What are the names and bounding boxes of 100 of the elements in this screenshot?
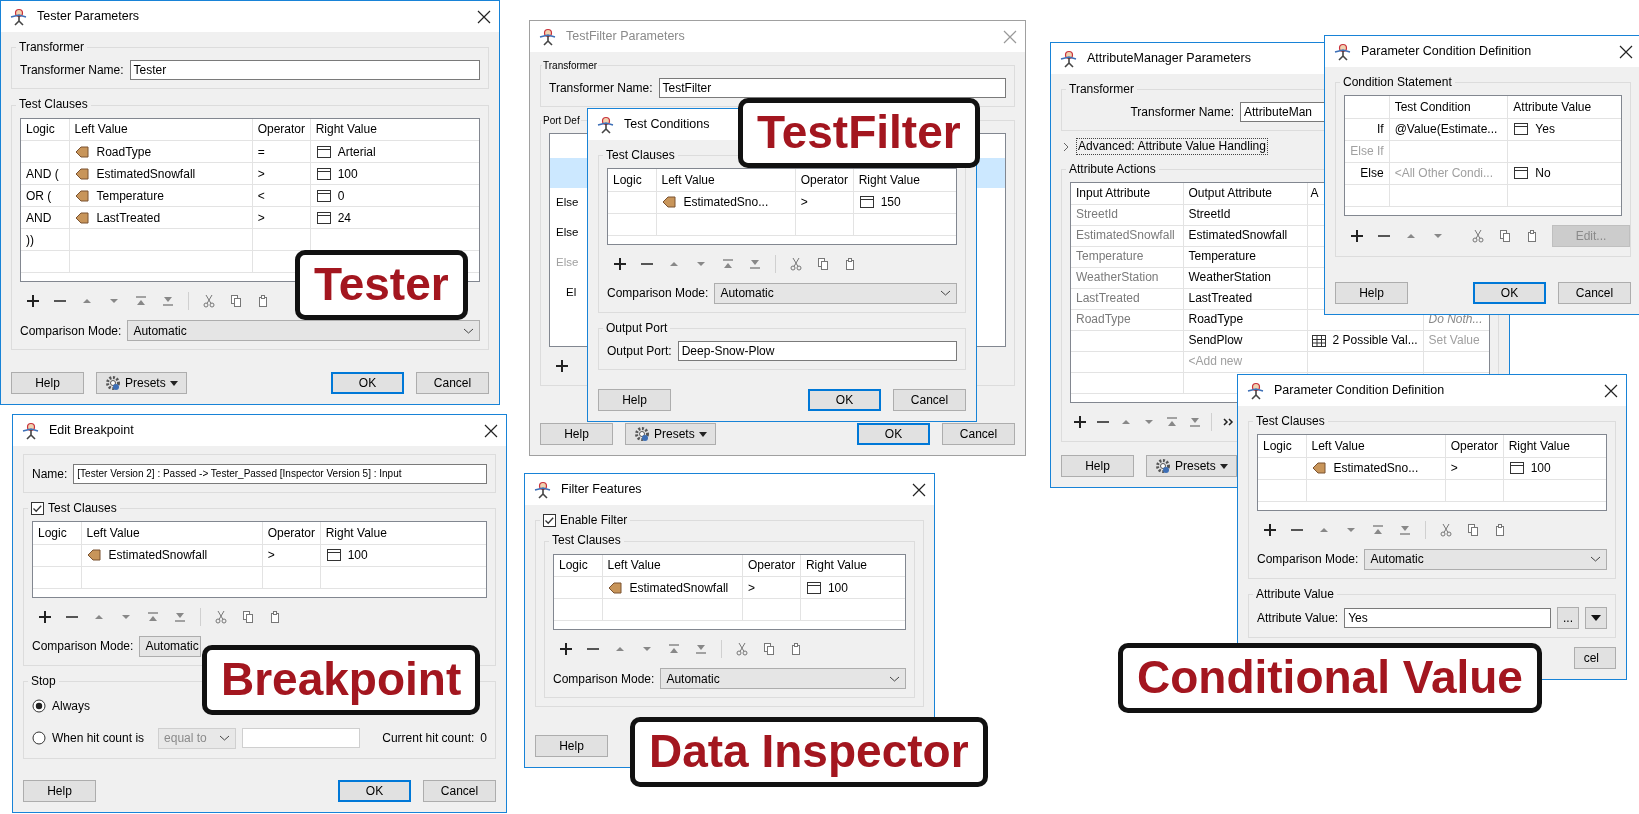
table-cell: WeatherStation [1076,270,1159,285]
table-cell: 150 [880,195,901,210]
group-label: Test Clauses [48,501,117,516]
group-label: Transformer [19,40,84,55]
column-header: Right Value [805,558,868,573]
dialog-button[interactable]: OK [1473,282,1546,304]
table-cell: 100 [1530,461,1551,476]
table-cell: RoadType [1076,312,1131,327]
dialog-button[interactable]: Cancel [1558,282,1631,304]
column-header: Test Condition [1394,99,1471,114]
table-cell: EstimatedSnowfall [1076,228,1175,243]
table-cell: If [1377,122,1384,137]
input-field[interactable]: Tester [129,60,480,81]
dialog-button[interactable]: Cancel [893,389,966,411]
dialog-button[interactable]: Help [540,423,613,445]
input-field[interactable]: Deep-Snow-Plow [677,341,957,362]
table-cell: @Value(Estimate... [1394,122,1498,137]
table-cell: OR ( [26,188,52,203]
dialog-button[interactable]: OK [857,423,930,445]
callout-label: Tester [295,250,468,320]
field-label: Output Port: [607,344,672,359]
table-cell: > [257,210,265,225]
field-label: Transformer Name: [1129,105,1234,120]
column-header: Left Value [74,122,128,137]
callout-label: Conditional Value [1118,643,1542,713]
group-label: Port Def [543,115,580,127]
column-header: Left Value [661,172,715,187]
table-cell: RoadType [1188,312,1244,327]
dialog-button[interactable]: Help [1335,282,1408,304]
table-cell: Temperature [96,188,164,203]
dialog-button[interactable]: Help [535,735,608,757]
dropdown[interactable]: Automatic [714,282,957,304]
radio-label: When hit count is [52,731,145,746]
group-label: Test Clauses [552,533,621,548]
table-cell: Set Value [1428,333,1480,348]
column-header: Operator [267,525,316,540]
group-label: Output Port [606,320,668,336]
table-cell: 100 [347,548,368,563]
group-label: Condition Statement [1343,75,1452,90]
radio-label: Always [52,699,90,714]
table-cell: LastTreated [96,210,161,225]
input-field[interactable]: [Tester Version 2] : Passed -> Tester_Passed [Inspector Version 5] : Input [73,464,487,484]
table-cell: EstimatedSnowfall [1188,228,1288,243]
field-label: Comparison Mode: [1257,552,1359,567]
dialog-button[interactable]: Help [11,372,84,394]
dialog-button[interactable]: Cancel [423,780,496,802]
table-cell: No [1535,166,1551,181]
dialog-button[interactable]: OK [338,780,411,802]
dialog-button[interactable]: Help [598,389,671,411]
window-title: Edit Breakpoint [49,423,134,438]
dialog-button[interactable]: Presets [96,372,187,394]
column-header: Logic [559,558,588,573]
column-header: Right Value [858,172,920,187]
column-header: Left Value [86,525,140,540]
table-cell: Temperature [1188,249,1256,264]
dialog-button[interactable]: Presets [625,423,716,445]
table-cell: AND ( [26,166,59,181]
dialog-button[interactable]: Cancel [416,372,489,394]
dropdown[interactable]: Automatic [1364,548,1607,570]
column-header: Right Value [325,525,387,540]
input-field[interactable]: TestFilter [658,78,1006,98]
column-header: Logic [1263,438,1292,453]
dropdown[interactable]: Automatic [127,320,480,342]
column-header: Logic [38,525,67,540]
column-header: Logic [613,172,642,187]
table-cell: > [1450,461,1458,476]
callout-label: Data Inspector [630,717,988,787]
field-label: Comparison Mode: [607,286,709,301]
dialog-button[interactable]: Presets [1146,455,1237,477]
column-header: Operator [800,172,849,187]
group-label: Test Clauses [1256,414,1325,429]
dialog-button[interactable]: Cancel [942,423,1015,445]
dialog-button[interactable]: Help [1061,455,1134,477]
dialog-button[interactable]: Help [23,780,96,802]
expander-link[interactable]: Advanced: Attribute Value Handling [1077,139,1267,154]
dialog-button[interactable]: cel [1574,647,1616,669]
table-cell: EstimatedSnowfall [108,548,208,563]
table-cell: Arterial [337,144,376,159]
group-label: Test Clauses [19,97,88,112]
table-cell: LastTreated [1188,291,1253,306]
column-header: Operator [1450,438,1499,453]
group-label: Enable Filter [560,513,628,528]
table-cell: AND [26,210,52,225]
group-label: Attribute Value [1256,586,1334,602]
column-header: Operator [257,122,306,137]
table-cell: 100 [337,166,358,181]
dialog-button[interactable]: OK [331,372,404,394]
dialog-button[interactable]: OK [808,389,881,411]
table-cell: EstimatedSno... [1333,461,1419,476]
dropdown[interactable]: Automatic [139,635,202,657]
column-header: Operator [747,558,796,573]
table-cell: StreetId [1188,207,1231,222]
column-header: Attribute Value [1513,99,1592,114]
browse-button[interactable]: ... [1557,607,1579,630]
table-cell: WeatherStation [1188,270,1271,285]
dropdown[interactable]: Automatic [660,668,906,690]
window-title: TestFilter Parameters [566,29,685,44]
table-cell: RoadType [96,144,152,159]
callout-label: Breakpoint [202,645,481,715]
input-field[interactable]: Yes [1344,608,1551,629]
